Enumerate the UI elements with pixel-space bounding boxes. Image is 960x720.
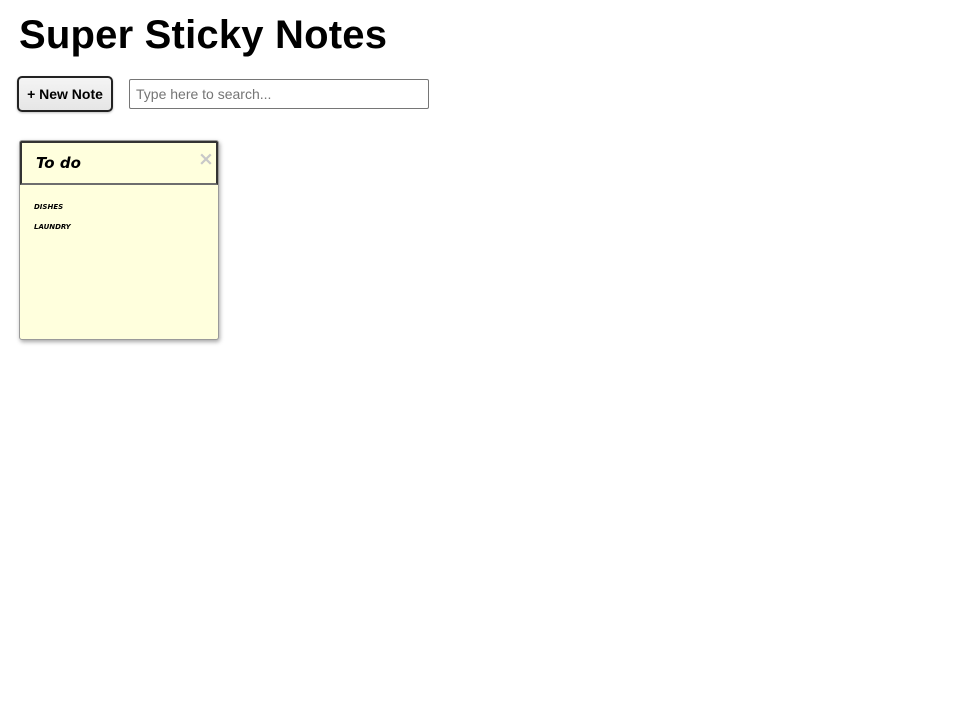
note-body[interactable]: dishes laundry [20,185,218,339]
note-body-line: dishes [34,201,64,212]
app-title: Super Sticky Notes [19,13,388,57]
note-body-line: laundry [34,221,71,232]
search-input[interactable] [129,79,429,109]
note-title-input[interactable] [20,141,218,185]
new-note-button[interactable]: + New Note [17,76,113,112]
close-icon[interactable]: × [197,149,215,169]
sticky-note: × dishes laundry [19,140,219,340]
